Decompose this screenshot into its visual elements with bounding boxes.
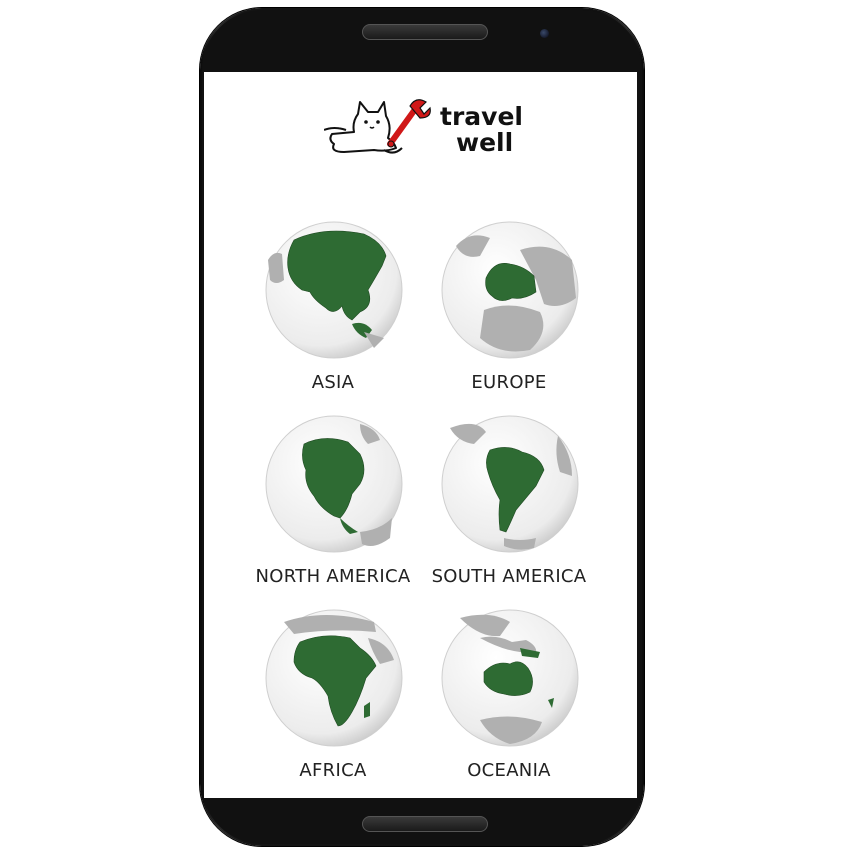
earpiece-speaker [362,24,488,40]
continent-tile-north-america[interactable]: NORTH AMERICA [208,414,410,604]
app-logo: travel well [324,96,524,166]
continent-tile-africa[interactable]: AFRICA [208,608,403,798]
bottom-speaker [362,816,488,832]
continent-tile-south-america[interactable]: SOUTH AMERICA [384,414,586,604]
europe-globe-icon [441,221,579,359]
africa-globe-icon [265,609,403,747]
cat-wrench-logo-icon [324,99,431,154]
logo-text-well: well [456,128,514,157]
continent-label-south-america: SOUTH AMERICA [431,566,587,587]
north-america-globe-icon [265,415,403,553]
app-screen: travel well ASIA EUROPE NORTH AMERICA SO… [204,72,637,798]
continent-label-europe: EUROPE [471,372,547,393]
south-america-globe-icon [441,415,579,553]
continent-tile-europe[interactable]: EUROPE [384,220,579,410]
continent-label-oceania: OCEANIA [467,760,551,781]
logo-text-travel: travel [440,102,523,131]
logo-wordmark: travel well [440,104,523,156]
front-camera-icon [540,29,549,38]
asia-globe-icon [265,221,403,359]
continent-tile-asia[interactable]: ASIA [208,220,403,410]
continent-tile-oceania[interactable]: OCEANIA [384,608,579,798]
oceania-globe-icon [441,609,579,747]
